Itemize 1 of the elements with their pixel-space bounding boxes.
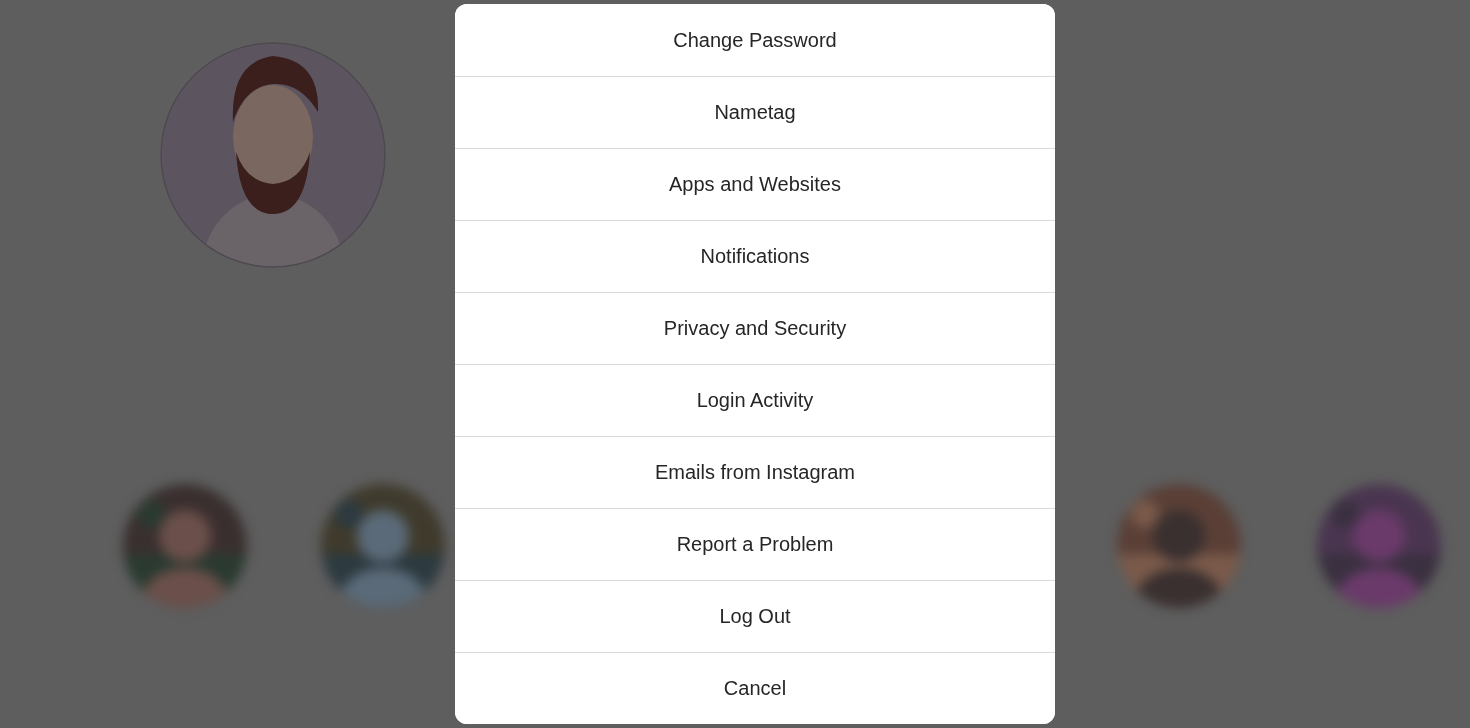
menu-item[interactable]: Cancel [455, 652, 1055, 724]
